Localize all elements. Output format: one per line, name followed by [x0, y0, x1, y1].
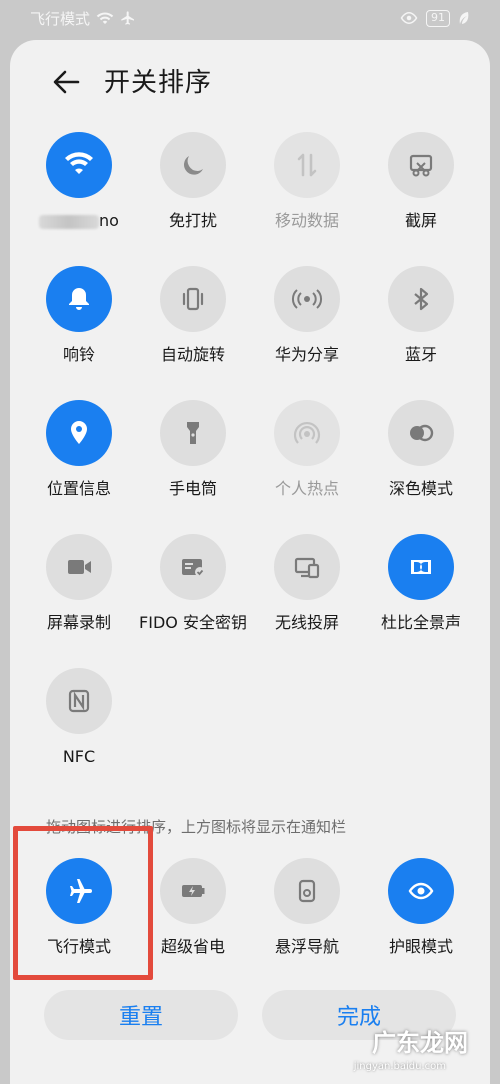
bell-icon	[46, 266, 112, 332]
flashlight-icon	[160, 400, 226, 466]
tile-label: 响铃	[62, 345, 95, 364]
floating-nav-icon	[274, 858, 340, 924]
tile-wireless-projection[interactable]: 无线投屏	[252, 534, 362, 634]
nfc-icon	[46, 668, 112, 734]
tile-label: 手电筒	[168, 479, 217, 498]
tile-label: 个人热点	[274, 479, 339, 498]
tile-label: FIDO 安全密钥	[139, 613, 247, 632]
tile-label: 位置信息	[46, 479, 111, 498]
tile-label: 超级省电	[160, 937, 225, 956]
switch-order-panel: 开关排序 no 免打扰 移动数据 截屏 响铃 自动旋转 华为分享 蓝牙 位置信息…	[10, 40, 490, 1084]
moon-icon	[160, 132, 226, 198]
wifi-name-blurred	[39, 214, 100, 229]
tile-dolby-atmos[interactable]: 杜比全景声	[366, 534, 476, 634]
tile-screen-record[interactable]: 屏幕录制	[24, 534, 134, 634]
tile-label: 无线投屏	[274, 613, 339, 632]
tile-bluetooth[interactable]: 蓝牙	[366, 266, 476, 366]
location-icon	[46, 400, 112, 466]
reset-button[interactable]: 重置	[44, 990, 238, 1040]
tile-label: 悬浮导航	[274, 937, 339, 956]
hotspot-icon	[274, 400, 340, 466]
tile-floating-nav[interactable]: 悬浮导航	[252, 858, 362, 958]
battery-indicator: 91	[426, 9, 450, 27]
dark-mode-icon	[388, 400, 454, 466]
screen-record-icon	[46, 534, 112, 600]
wireless-projection-icon	[274, 534, 340, 600]
tile-label: NFC	[62, 747, 96, 766]
tile-label: 护眼模式	[388, 937, 453, 956]
tile-do-not-disturb[interactable]: 免打扰	[138, 132, 248, 232]
mobile-data-icon	[274, 132, 340, 198]
tile-location[interactable]: 位置信息	[24, 400, 134, 500]
status-bar: 飞行模式 91	[0, 0, 500, 36]
tile-label: 华为分享	[274, 345, 339, 364]
tile-battery-saver[interactable]: 超级省电	[138, 858, 248, 958]
tile-label: 自动旋转	[160, 345, 225, 364]
tile-label: 杜比全景声	[380, 613, 461, 632]
tile-wifi[interactable]: no	[24, 132, 134, 232]
back-arrow-icon	[53, 70, 80, 94]
tile-label: 截屏	[404, 211, 437, 230]
watermark: 广东龙网	[372, 1029, 468, 1057]
tile-label: 蓝牙	[404, 345, 437, 364]
tile-label: 免打扰	[168, 211, 217, 230]
tile-label: 移动数据	[274, 211, 339, 230]
back-button[interactable]	[48, 64, 84, 100]
wifi-status-icon	[96, 12, 114, 24]
tile-flashlight[interactable]: 手电筒	[138, 400, 248, 500]
tile-auto-rotate[interactable]: 自动旋转	[138, 266, 248, 366]
tile-label: 屏幕录制	[46, 613, 111, 632]
tile-nfc[interactable]: NFC	[24, 668, 134, 768]
tile-fido-key[interactable]: FIDO 安全密钥	[138, 534, 248, 634]
page-title: 开关排序	[104, 68, 213, 98]
fido-key-icon	[160, 534, 226, 600]
share-icon	[274, 266, 340, 332]
tile-label: no	[99, 211, 119, 230]
tile-hotspot[interactable]: 个人热点	[252, 400, 362, 500]
tile-label: 深色模式	[388, 479, 453, 498]
dolby-icon	[388, 534, 454, 600]
wifi-icon	[46, 132, 112, 198]
leaf-status-icon	[459, 12, 469, 24]
tile-ring[interactable]: 响铃	[24, 266, 134, 366]
status-text: 飞行模式	[30, 9, 91, 28]
screenshot-icon	[388, 132, 454, 198]
bluetooth-icon	[388, 266, 454, 332]
airplane-status-icon	[121, 11, 135, 25]
rotate-icon	[160, 266, 226, 332]
battery-saver-icon	[160, 858, 226, 924]
eye-comfort-icon	[388, 858, 454, 924]
highlight-box	[13, 826, 153, 980]
header: 开关排序	[10, 40, 490, 120]
tile-eye-comfort[interactable]: 护眼模式	[366, 858, 476, 958]
tile-screenshot[interactable]: 截屏	[366, 132, 476, 232]
eye-status-icon	[400, 12, 418, 24]
tile-dark-mode[interactable]: 深色模式	[366, 400, 476, 500]
watermark-sub: jingyan.baidu.com	[353, 1061, 446, 1072]
tile-huawei-share[interactable]: 华为分享	[252, 266, 362, 366]
tile-mobile-data[interactable]: 移动数据	[252, 132, 362, 232]
